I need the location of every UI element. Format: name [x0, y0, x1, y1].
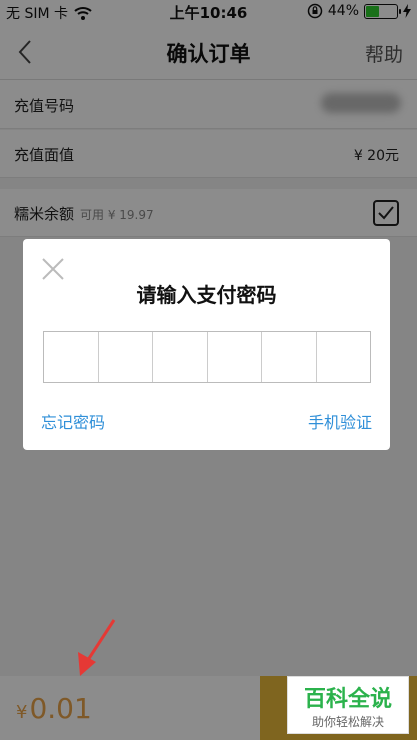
password-digit-cell[interactable]: [262, 332, 317, 382]
watermark-logo: 百科全说 助你轻松解决: [287, 676, 409, 734]
payment-password-dialog: 请输入支付密码 忘记密码 手机验证: [23, 239, 390, 450]
password-digit-cell[interactable]: [44, 332, 99, 382]
phone-verify-link[interactable]: 手机验证: [308, 409, 372, 433]
password-digit-cell[interactable]: [153, 332, 208, 382]
dialog-title: 请输入支付密码: [136, 283, 277, 307]
forgot-password-link[interactable]: 忘记密码: [41, 409, 105, 433]
watermark-title: 百科全说: [303, 687, 392, 712]
password-digit-cell[interactable]: [99, 332, 153, 382]
watermark-subtitle: 助你轻松解决: [311, 715, 384, 729]
close-icon[interactable]: [41, 257, 65, 281]
password-digit-cell[interactable]: [317, 332, 371, 382]
password-digit-cell[interactable]: [208, 332, 262, 382]
password-input[interactable]: [43, 331, 371, 383]
